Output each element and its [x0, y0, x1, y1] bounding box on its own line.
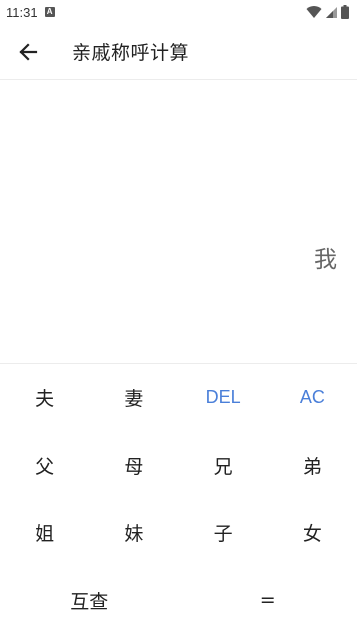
- app-bar: 亲戚称呼计算: [0, 24, 357, 80]
- clear-button[interactable]: AC: [268, 364, 357, 432]
- wifi-icon: [306, 6, 322, 19]
- notification-icon: A: [44, 7, 55, 17]
- status-bar: 11:31 A: [0, 0, 357, 24]
- key-wife[interactable]: 妻: [89, 364, 178, 432]
- arrow-left-icon: [19, 42, 38, 61]
- page-title: 亲戚称呼计算: [72, 42, 190, 64]
- key-younger-sister[interactable]: 妹: [89, 499, 178, 567]
- key-row-1: 夫 妻 DEL AC: [0, 364, 357, 432]
- key-row-3: 姐 妹 子 女: [0, 499, 357, 567]
- key-elder-brother[interactable]: 兄: [179, 432, 268, 500]
- key-mother[interactable]: 母: [89, 432, 178, 500]
- status-time: 11:31: [6, 4, 38, 20]
- key-son[interactable]: 子: [179, 499, 268, 567]
- key-daughter[interactable]: 女: [268, 499, 357, 567]
- delete-button[interactable]: DEL: [179, 364, 268, 432]
- status-right: [306, 5, 349, 19]
- equals-button[interactable]: =: [179, 567, 357, 634]
- signal-icon: [326, 6, 337, 18]
- key-husband[interactable]: 夫: [0, 364, 89, 432]
- battery-icon: [341, 5, 349, 19]
- reverse-lookup-button[interactable]: 互查: [0, 567, 179, 634]
- relation-display: 我: [314, 247, 337, 273]
- key-row-2: 父 母 兄 弟: [0, 432, 357, 500]
- back-button[interactable]: [0, 24, 56, 80]
- key-younger-brother[interactable]: 弟: [268, 432, 357, 500]
- key-elder-sister[interactable]: 姐: [0, 499, 89, 567]
- key-row-4: 互查 =: [0, 567, 357, 634]
- key-father[interactable]: 父: [0, 432, 89, 500]
- keypad: 夫 妻 DEL AC 父 母 兄 弟 姐 妹 子 女 互查 =: [0, 364, 357, 634]
- display-area: 我: [0, 80, 357, 364]
- status-left: 11:31 A: [6, 5, 55, 20]
